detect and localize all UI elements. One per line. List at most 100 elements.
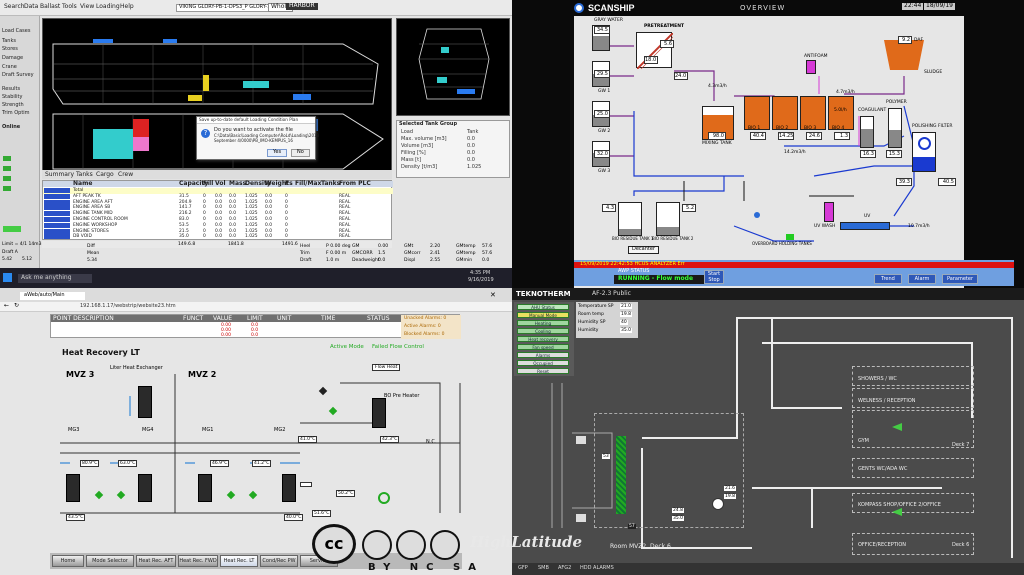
heat-exchanger[interactable]	[138, 474, 152, 502]
temp-reading: 40.0°C	[284, 514, 304, 522]
fan-icon[interactable]	[712, 498, 724, 510]
bio-residue-tank-1[interactable]	[618, 202, 642, 236]
sidebar-item[interactable]: Draft Survey	[2, 72, 34, 78]
green-valve[interactable]	[786, 234, 794, 240]
col-header[interactable]: Vol	[215, 180, 226, 188]
heat-wheel[interactable]	[616, 436, 626, 514]
tank-section-view[interactable]	[396, 18, 510, 116]
bio2-reactor[interactable]	[772, 96, 798, 130]
total-value: 1841.8	[228, 242, 244, 247]
windows-start-icon[interactable]	[3, 273, 12, 282]
heat-exchanger[interactable]	[198, 474, 212, 502]
tab-summary[interactable]: Summary	[45, 171, 74, 179]
author-watermark: HighLatitude	[470, 533, 583, 551]
col-header[interactable]: Mass	[229, 180, 246, 188]
bio3-reactor[interactable]	[800, 96, 826, 130]
uv-wash-tank[interactable]	[824, 202, 834, 222]
reading: 24.8	[672, 508, 685, 514]
sidebar-item[interactable]: Tanks	[2, 38, 16, 44]
stat: 5.12	[22, 257, 33, 262]
tab-cargo[interactable]: Cargo	[96, 171, 114, 179]
heat-exchanger[interactable]	[282, 474, 296, 502]
no-button[interactable]: No	[291, 149, 310, 157]
sidebar-item[interactable]: Load Cases	[2, 28, 30, 34]
status-box	[300, 482, 312, 487]
temp-reading: 50.2°C	[336, 490, 356, 498]
nav-cond-rec[interactable]: Cond/Rec PW	[260, 555, 298, 567]
table-cell: 0.0	[229, 228, 236, 234]
col-header[interactable]: Name	[73, 180, 92, 188]
menu-item[interactable]: Loading	[96, 3, 120, 11]
sidebar-item[interactable]: Strength	[2, 102, 24, 108]
reading: 35.0	[672, 516, 685, 522]
heat-exchanger[interactable]	[138, 386, 152, 418]
status-led	[3, 186, 11, 191]
bio-residue-tank-2[interactable]	[656, 202, 680, 236]
coagulant-tank[interactable]	[860, 116, 874, 148]
antifoam-tank[interactable]	[806, 60, 816, 74]
alarm-button[interactable]: Alarm	[908, 274, 936, 284]
stability-value: Draft	[300, 258, 312, 263]
stability-value: F 0.00 m	[326, 251, 347, 256]
sidebar-item[interactable]: Stability	[2, 94, 22, 100]
row-index-cell	[44, 234, 70, 240]
nav-heat-rec-fwd[interactable]: Heat Rec. FWD	[178, 555, 218, 567]
menu-item[interactable]: Search	[4, 3, 25, 11]
pump-icon[interactable]	[378, 492, 390, 504]
sidebar-item[interactable]: Trim Optim	[2, 110, 30, 116]
label: POLISHING FILTER	[912, 124, 953, 129]
daf-unit[interactable]	[884, 40, 924, 70]
table-cell: 0	[203, 205, 206, 211]
menu-item[interactable]: Help	[120, 3, 134, 11]
table-cell: 0	[203, 193, 206, 199]
yes-button[interactable]: Yes	[267, 149, 288, 157]
polymer-tank[interactable]	[888, 108, 902, 148]
heat-exchanger[interactable]	[66, 474, 80, 502]
status-led	[3, 166, 11, 171]
decanter-button[interactable]: Decanter	[628, 246, 660, 254]
bo-pre-heater[interactable]	[372, 398, 386, 428]
temp-reading: 41.0°C	[298, 436, 318, 444]
start-stop-button[interactable]: Start Stop	[704, 270, 724, 284]
col-header[interactable]: Fs	[285, 180, 293, 188]
table-cell: 0.0	[229, 222, 236, 228]
col-header[interactable]: Tanks	[321, 180, 340, 188]
col-header[interactable]: Fill	[203, 180, 213, 188]
nav-heat-rec-aft[interactable]: Heat Rec. AFT	[136, 555, 176, 567]
table-cell: 1.025	[245, 222, 258, 228]
pump-icon[interactable]	[754, 212, 760, 218]
polishing-filter[interactable]	[912, 132, 936, 172]
nav-home[interactable]: Home	[52, 555, 84, 567]
taskbar-search[interactable]: Ask me anything	[18, 274, 92, 283]
stability-value: GMt	[404, 244, 414, 249]
menu-item[interactable]: Tools	[62, 3, 77, 11]
sidebar-item[interactable]: Results	[2, 86, 20, 92]
damper-icon[interactable]	[576, 436, 586, 444]
trend-button[interactable]: Trend	[874, 274, 902, 284]
prop-value: 0.0	[467, 143, 475, 149]
col-header[interactable]: Fill/Max	[295, 180, 321, 188]
table-row[interactable]: DB VOID 35.0 0 0.0 0.0 1.025 0.0 0 REAL	[43, 234, 393, 240]
parameter-button[interactable]: Parameter	[942, 274, 978, 284]
menu-item[interactable]: View	[80, 3, 94, 11]
nav-mode-selector[interactable]: Mode Selector	[86, 555, 134, 567]
nav-heat-rec-lt[interactable]: Heat Rec. LT	[220, 555, 258, 567]
table-cell: 216.2	[179, 211, 192, 217]
license-text: BY NC SA	[368, 562, 484, 573]
menu-item[interactable]: Data	[24, 3, 38, 11]
uv-unit[interactable]	[840, 222, 890, 230]
row-index-cell	[44, 205, 70, 211]
tab-crew[interactable]: Crew	[118, 171, 133, 179]
dialog-title: Save up-to-date default Loading Conditio…	[199, 117, 299, 122]
bio1-reactor[interactable]	[744, 96, 770, 130]
sidebar-item[interactable]: Crane	[2, 64, 17, 70]
tab-tanks[interactable]: Tanks	[76, 171, 93, 179]
stat: 5.34	[87, 258, 98, 263]
reading: 57	[628, 524, 636, 530]
menu-item[interactable]: Ballast	[40, 3, 60, 11]
sidebar-item[interactable]: Online	[2, 124, 20, 130]
table-cell: Total	[73, 188, 84, 193]
col-header[interactable]: From PLC	[339, 180, 371, 188]
sidebar-item[interactable]: Stores	[2, 46, 18, 52]
sidebar-item[interactable]: Damage	[2, 55, 23, 61]
